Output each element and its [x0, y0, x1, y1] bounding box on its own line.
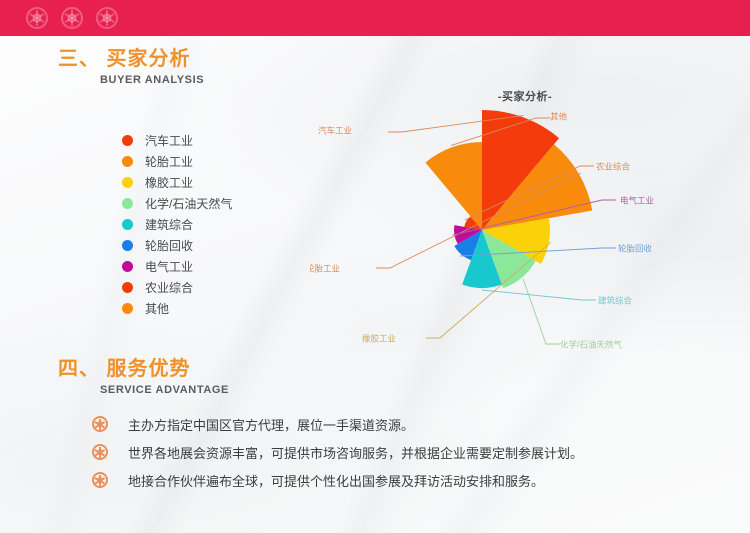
list-item-text: 地接合作伙伴遍布全球，可提供个性化出国参展及拜访活动安排和服务。: [128, 473, 545, 489]
list-item: 主办方指定中国区官方代理，展位一手渠道资源。: [92, 410, 583, 438]
legend-color-swatch: [122, 219, 133, 230]
chart-legend: 汽车工业 轮胎工业 橡胶工业 化学/石油天然气 建筑综合 轮胎回收 电气工业 农…: [122, 130, 232, 319]
rose-label-9: 其他: [550, 112, 568, 122]
rose-chart-svg: 汽车工业轮胎工业橡胶工业化学/石油天然气 建筑综合 轮胎回收 电气工业 农业综合 其他: [310, 110, 654, 350]
service-advantage-list: 主办方指定中国区官方代理，展位一手渠道资源。 世界各地展会资源丰富，可提供市场咨…: [92, 410, 583, 494]
legend-item-nongye[interactable]: 农业综合: [122, 277, 232, 298]
rose-sector-9[interactable]: [425, 142, 482, 230]
rose-label-1: 汽车工业: [318, 126, 352, 136]
section-title-en: BUYER ANALYSIS: [100, 74, 205, 86]
legend-color-swatch: [122, 198, 133, 209]
tire-icon: [92, 416, 108, 432]
rose-chart: -买家分析- 汽车工业 轮胎工业 橡胶工业 化学/石油天然气 建筑综合 轮胎回收 电气工业农…: [310, 88, 740, 358]
legend-color-swatch: [122, 261, 133, 272]
tire-icon: [61, 7, 83, 29]
legend-item-huaxue[interactable]: 化学/石油天然气: [122, 193, 232, 214]
section-title-cn: 四、 服务优势: [58, 358, 191, 380]
list-item: 地接合作伙伴遍布全球，可提供个性化出国参展及拜访活动安排和服务。: [92, 466, 583, 494]
tire-icon: [96, 7, 118, 29]
section-heading-service-advantage: 四、 服务优势 SERVICE ADVANTAGE: [58, 358, 229, 396]
rose-label-3: 橡胶工业: [362, 334, 396, 344]
legend-item-label: 其他: [145, 302, 170, 316]
top-bar-icon-group: [26, 7, 118, 29]
tire-icon: [92, 444, 108, 460]
section-heading-buyer-analysis: 三、 买家分析 BUYER ANALYSIS: [58, 48, 204, 86]
legend-item-qita[interactable]: 其他: [122, 298, 232, 319]
list-item-text: 主办方指定中国区官方代理，展位一手渠道资源。: [128, 417, 415, 433]
leader-line-5: [481, 289, 596, 301]
leader-line-4: [522, 278, 560, 345]
legend-item-label: 电气工业: [145, 260, 194, 274]
legend-item-label: 轮胎回收: [145, 239, 194, 253]
legend-item-jianzhu[interactable]: 建筑综合: [122, 214, 232, 235]
section-title-en: SERVICE ADVANTAGE: [100, 384, 229, 396]
top-bar: [0, 0, 750, 36]
legend-color-swatch: [122, 282, 133, 293]
legend-item-label: 汽车工业: [145, 134, 194, 148]
rose-label-6: 轮胎回收: [618, 244, 653, 254]
legend-item-dianqi[interactable]: 电气工业: [122, 256, 232, 277]
legend-color-swatch: [122, 135, 133, 146]
list-item-text: 世界各地展会资源丰富，可提供市场咨询服务，并根据企业需要定制参展计划。: [128, 445, 584, 461]
legend-item-label: 建筑综合: [145, 218, 194, 232]
rose-label-7: 电气工业: [620, 196, 654, 206]
rose-label-4: 化学/石油天然气: [560, 340, 622, 350]
list-item: 世界各地展会资源丰富，可提供市场咨询服务，并根据企业需要定制参展计划。: [92, 438, 583, 466]
legend-item-label: 农业综合: [145, 281, 194, 295]
legend-item-qiche[interactable]: 汽车工业: [122, 130, 232, 151]
legend-color-swatch: [122, 303, 133, 314]
legend-color-swatch: [122, 240, 133, 251]
rose-label-2: 轮胎工业: [310, 264, 340, 274]
legend-item-xiangjiao[interactable]: 橡胶工业: [122, 172, 232, 193]
section-title-cn: 三、 买家分析: [58, 48, 191, 70]
tire-icon: [26, 7, 48, 29]
legend-item-label: 橡胶工业: [145, 176, 194, 190]
tire-icon: [92, 472, 108, 488]
rose-label-8: 农业综合: [596, 162, 631, 172]
legend-item-label: 轮胎工业: [145, 155, 194, 169]
legend-item-label: 化学/石油天然气: [145, 197, 233, 211]
legend-item-luntai[interactable]: 轮胎工业: [122, 151, 232, 172]
legend-color-swatch: [122, 156, 133, 167]
rose-label-5: 建筑综合: [598, 296, 633, 306]
legend-color-swatch: [122, 177, 133, 188]
legend-item-luntaihuishou[interactable]: 轮胎回收: [122, 235, 232, 256]
slide-canvas: 三、 买家分析 BUYER ANALYSIS 汽车工业 轮胎工业 橡胶工业 化学…: [0, 0, 750, 533]
